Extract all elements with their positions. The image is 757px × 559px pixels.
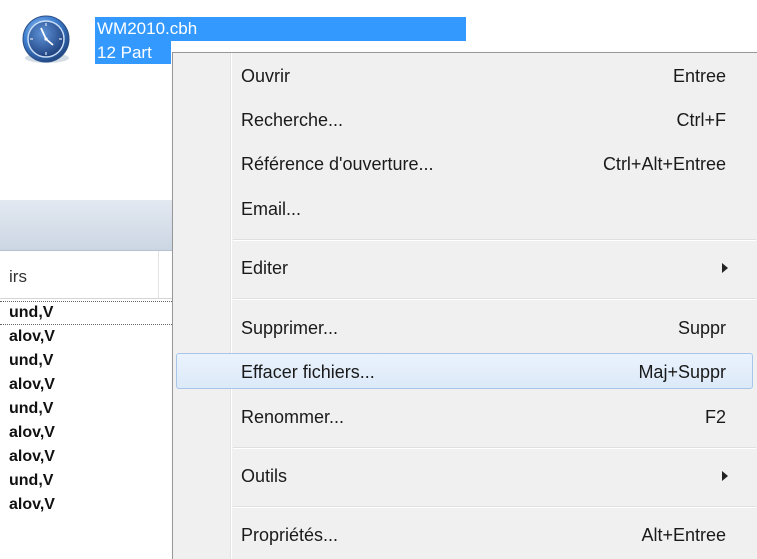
menu-item-label: Référence d'ouverture... [241,154,434,174]
submenu-arrow-icon [722,471,728,481]
list-item[interactable]: und,V [0,469,172,493]
menu-item-label: Propriétés... [241,525,339,545]
column-header-label: irs [9,267,27,286]
menu-item-shortcut: Ctrl+Alt+Entree [602,154,726,174]
menu-item-editer[interactable]: Editer [173,250,756,286]
list-item[interactable]: alov,V [0,373,172,397]
menu-item-email[interactable]: Email... [173,191,756,227]
menu-item-shortcut: Entree [672,66,726,86]
list-item[interactable]: und,V [0,301,172,325]
list-rows: und,V alov,V und,V alov,V und,V alov,V a… [0,301,172,517]
list-item[interactable]: alov,V [0,445,172,469]
panel-header [0,200,172,251]
menu-item-renommer[interactable]: Renommer... F2 [173,399,756,435]
menu-item-label: Ouvrir [241,66,290,86]
menu-separator [233,447,756,449]
file-subtitle: 12 Part [95,41,171,64]
list-item[interactable]: und,V [0,349,172,373]
menu-item-label: Effacer fichiers... [241,362,375,382]
column-separator[interactable] [158,251,159,298]
list-item[interactable]: alov,V [0,421,172,445]
menu-item-supprimer[interactable]: Supprimer... Suppr [173,310,756,346]
menu-separator [233,298,756,300]
menu-item-label: Supprimer... [241,318,339,338]
menu-item-label: Recherche... [241,110,344,130]
menu-item-effacer-fichiers[interactable]: Effacer fichiers... Maj+Suppr [176,353,753,389]
menu-item-ouvrir[interactable]: Ouvrir Entree [173,58,756,94]
menu-item-label: Renommer... [241,407,345,427]
menu-item-shortcut: Maj+Suppr [638,362,726,382]
menu-item-shortcut: Alt+Entree [641,525,726,545]
menu-item-shortcut: Ctrl+F [676,110,727,130]
menu-item-outils[interactable]: Outils [173,458,756,494]
column-header[interactable]: irs [0,251,172,299]
menu-item-recherche[interactable]: Recherche... Ctrl+F [173,102,756,138]
menu-separator [233,506,756,508]
menu-separator [233,239,756,241]
menu-item-label: Editer [241,258,289,278]
menu-item-label: Outils [241,466,288,486]
context-menu: Ouvrir Entree Recherche... Ctrl+F Référe… [172,52,757,559]
submenu-arrow-icon [722,263,728,273]
menu-item-label: Email... [241,199,302,219]
clock-icon [22,15,70,63]
menu-item-shortcut: F2 [704,407,726,427]
menu-item-reference-ouverture[interactable]: Référence d'ouverture... Ctrl+Alt+Entree [173,146,756,182]
menu-item-proprietes[interactable]: Propriétés... Alt+Entree [173,517,756,553]
list-item[interactable]: alov,V [0,493,172,517]
file-name: WM2010.cbh [95,17,466,41]
games-list-panel: irs und,V alov,V und,V alov,V und,V alov… [0,200,172,559]
list-item[interactable]: und,V [0,397,172,421]
menu-item-shortcut: Suppr [677,318,726,338]
list-item[interactable]: alov,V [0,325,172,349]
